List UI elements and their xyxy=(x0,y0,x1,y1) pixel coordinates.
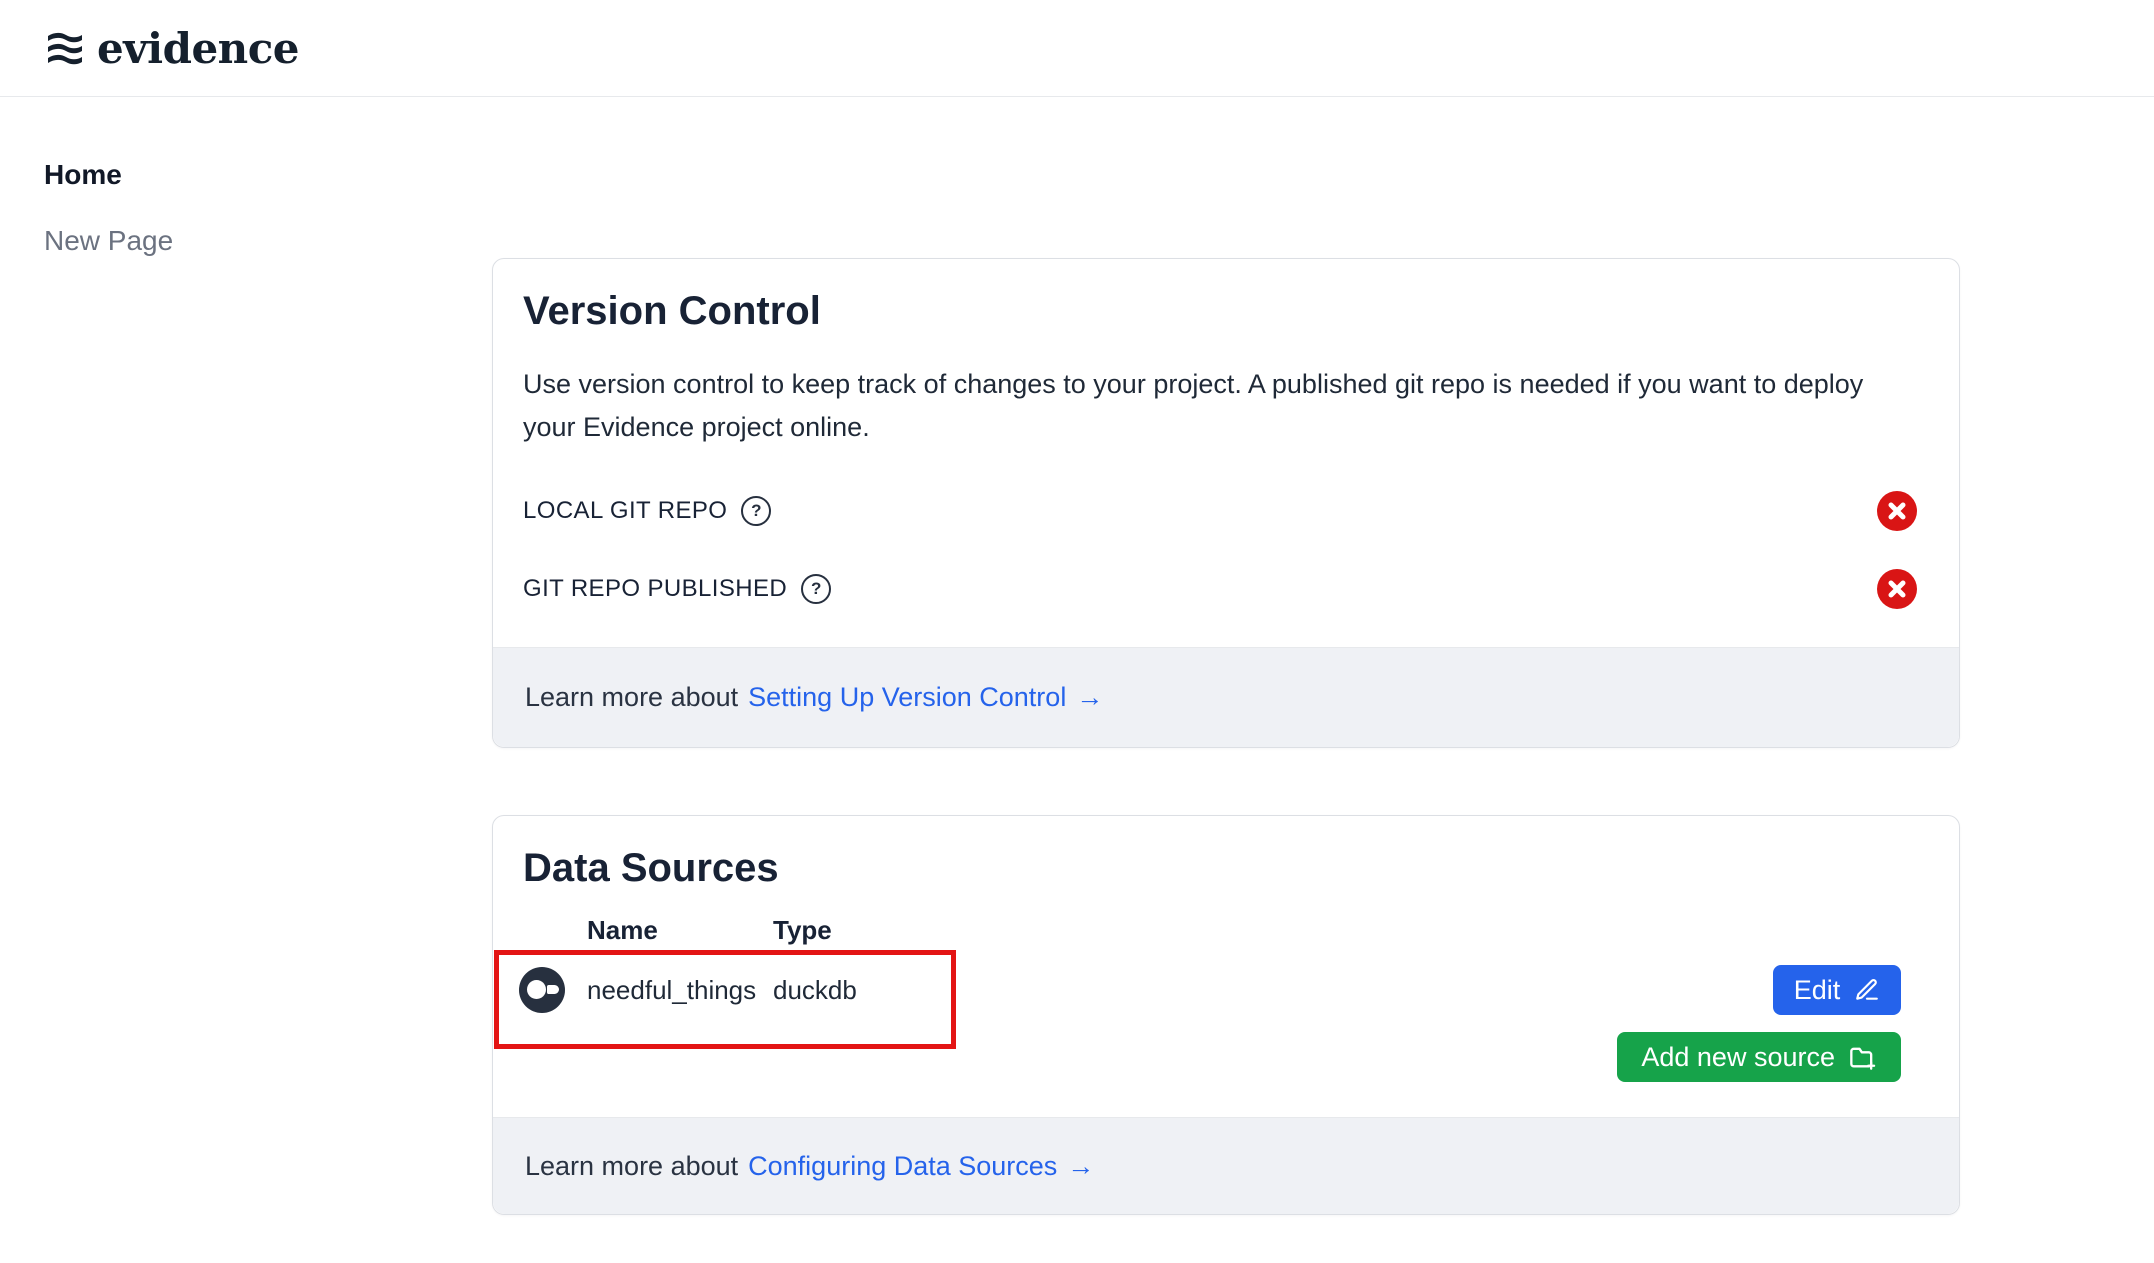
app-header: evidence xyxy=(0,0,2154,97)
local-git-repo-row: LOCAL GIT REPO ? xyxy=(523,491,1929,531)
git-repo-published-label: GIT REPO PUBLISHED xyxy=(523,575,787,603)
add-new-source-button[interactable]: Add new source xyxy=(1617,1032,1901,1082)
data-sources-title: Data Sources xyxy=(523,844,1929,892)
add-source-row: Add new source xyxy=(523,1032,1929,1082)
arrow-right-icon: → xyxy=(1067,1151,1094,1182)
edit-button-label: Edit xyxy=(1794,975,1841,1006)
column-header-name: Name xyxy=(587,915,773,946)
sidebar: Home New Page xyxy=(44,158,173,258)
data-sources-card: Data Sources Name Type needful_things du… xyxy=(492,815,1960,1215)
link-label: Setting Up Version Control xyxy=(748,682,1066,713)
learn-more-text: Learn more about xyxy=(525,1151,738,1182)
logo-wordmark: evidence xyxy=(97,24,299,73)
arrow-right-icon: → xyxy=(1076,682,1103,713)
folder-plus-icon xyxy=(1849,1043,1877,1071)
source-name: needful_things xyxy=(587,975,773,1006)
data-source-row: needful_things duckdb Edit xyxy=(523,960,1929,1020)
link-label: Configuring Data Sources xyxy=(748,1151,1057,1182)
setting-up-version-control-link[interactable]: Setting Up Version Control → xyxy=(748,682,1103,713)
duckdb-logo-icon xyxy=(519,967,565,1013)
git-repo-published-row: GIT REPO PUBLISHED ? xyxy=(523,569,1929,609)
source-type: duckdb xyxy=(773,975,857,1006)
version-control-description: Use version control to keep track of cha… xyxy=(523,363,1923,449)
column-header-type: Type xyxy=(773,915,832,946)
error-status-icon xyxy=(1877,569,1917,609)
data-sources-footer: Learn more about Configuring Data Source… xyxy=(493,1117,1959,1214)
source-icon-cell xyxy=(523,967,587,1013)
add-button-label: Add new source xyxy=(1641,1042,1835,1073)
version-control-card: Version Control Use version control to k… xyxy=(492,258,1960,748)
help-icon[interactable]: ? xyxy=(801,574,831,604)
version-control-footer: Learn more about Setting Up Version Cont… xyxy=(493,647,1959,747)
sidebar-item-home[interactable]: Home xyxy=(44,158,173,192)
configuring-data-sources-link[interactable]: Configuring Data Sources → xyxy=(748,1151,1094,1182)
local-git-repo-label: LOCAL GIT REPO xyxy=(523,497,727,525)
pencil-icon xyxy=(1854,977,1880,1003)
error-status-icon xyxy=(1877,491,1917,531)
version-control-title: Version Control xyxy=(523,287,1929,335)
evidence-waves-icon xyxy=(44,28,84,68)
learn-more-text: Learn more about xyxy=(525,682,738,713)
evidence-logo[interactable]: evidence xyxy=(44,24,299,73)
data-sources-table-header: Name Type xyxy=(523,910,1929,950)
edit-source-button[interactable]: Edit xyxy=(1773,965,1901,1015)
sidebar-item-new-page[interactable]: New Page xyxy=(44,224,173,258)
help-icon[interactable]: ? xyxy=(741,496,771,526)
